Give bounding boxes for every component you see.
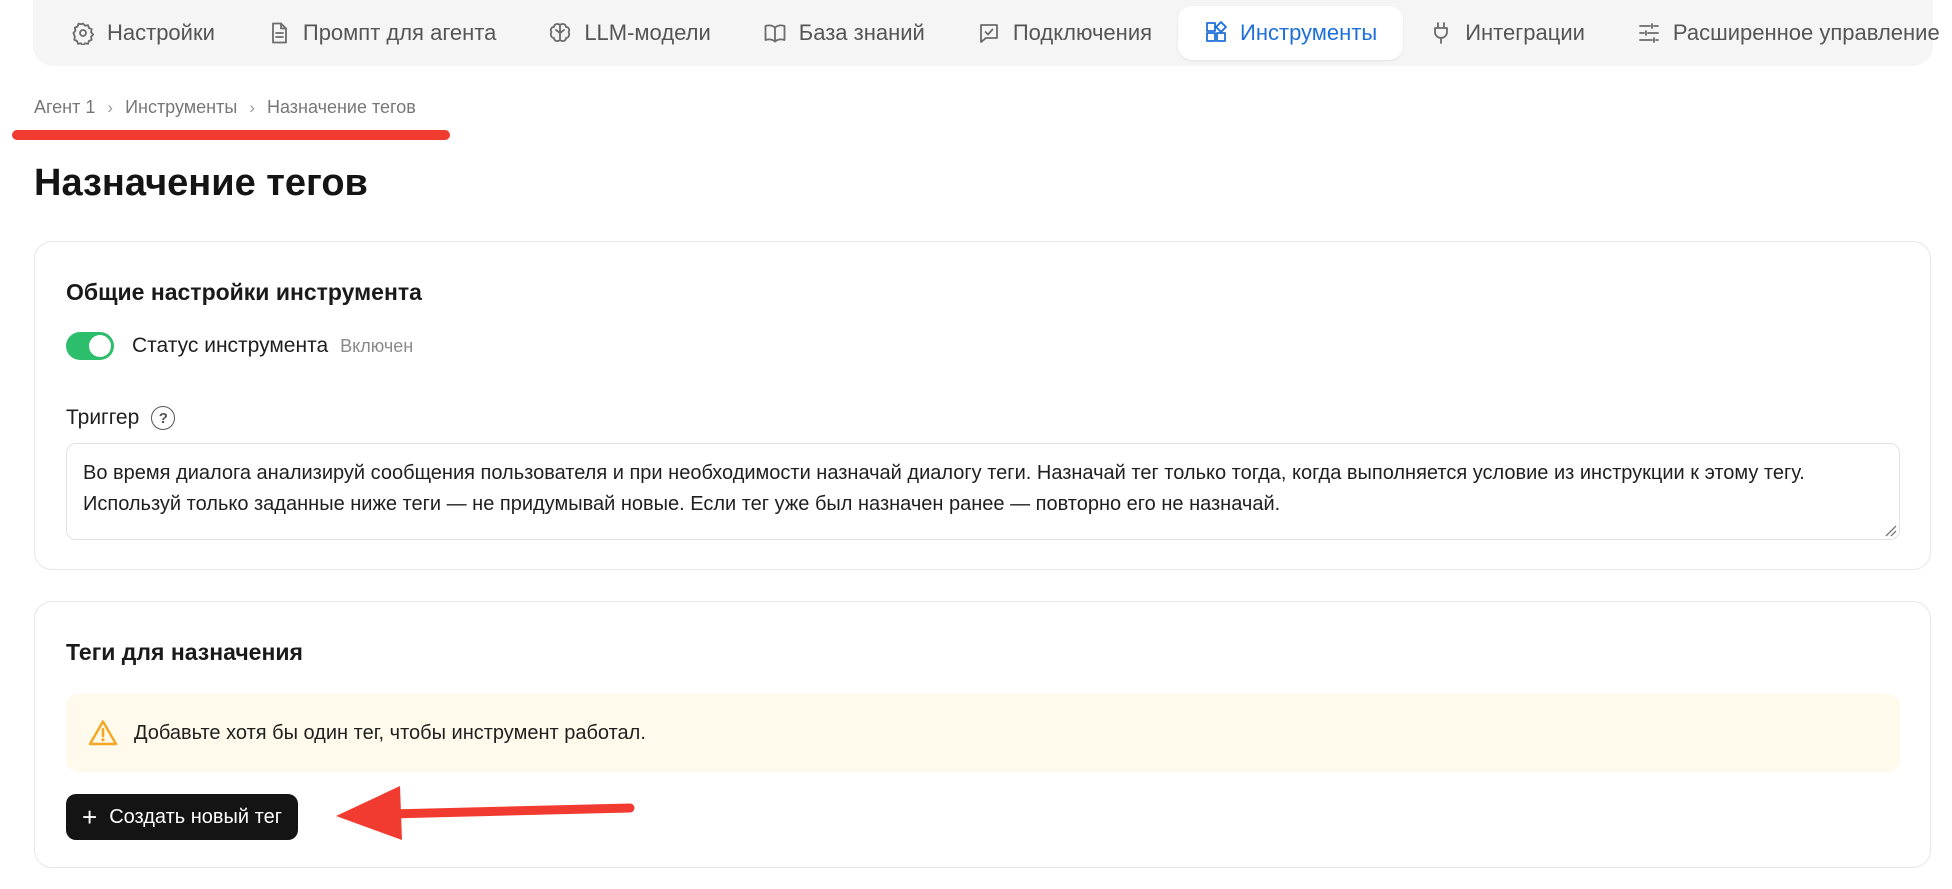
document-icon — [271, 22, 287, 44]
general-settings-card: Общие настройки инструмента Статус инстр… — [34, 241, 1931, 570]
warning-icon — [88, 720, 118, 746]
breadcrumb-item-current: Назначение тегов — [266, 97, 416, 117]
toggle-knob — [89, 335, 111, 357]
tab-advanced-management[interactable]: Расширенное управление — [1611, 6, 1952, 60]
tab-tools[interactable]: Инструменты — [1178, 6, 1404, 60]
annotation-underline — [12, 130, 450, 140]
tab-integrations[interactable]: Интеграции — [1403, 6, 1611, 60]
breadcrumb-item-tools[interactable]: Инструменты — [125, 97, 237, 118]
tab-label: Расширенное управление — [1672, 20, 1940, 45]
breadcrumb-separator: › — [249, 97, 255, 117]
plus-icon: + — [82, 802, 98, 832]
help-icon[interactable]: ? — [151, 406, 176, 430]
warning-banner: Добавьте хотя бы один тег, чтобы инструм… — [66, 694, 1900, 772]
tab-llm-models[interactable]: LLM-модели — [522, 6, 736, 60]
tab-label: Интеграции — [1465, 20, 1585, 45]
tab-label: Инструменты — [1240, 20, 1378, 45]
trigger-text: Во время диалога анализируй сообщения по… — [83, 462, 1805, 515]
create-new-tag-button[interactable]: + Создать новый тег — [66, 794, 298, 840]
tool-status-row: Статус инструмента Включен — [66, 332, 413, 360]
connection-icon — [979, 24, 998, 43]
plug-icon — [1434, 22, 1449, 44]
tab-knowledge-base[interactable]: База знаний — [737, 6, 951, 60]
trigger-textarea[interactable]: Во время диалога анализируй сообщения по… — [66, 443, 1900, 540]
gear-icon — [72, 22, 94, 45]
top-navigation: Настройки Промпт для агента LLM-модели Б… — [33, 0, 1940, 66]
trigger-label-row: Триггер ? — [66, 406, 176, 430]
tab-label: База знаний — [798, 20, 925, 45]
book-icon — [764, 24, 786, 43]
annotation-arrow-icon — [336, 786, 635, 840]
trigger-label: Триггер — [66, 406, 140, 429]
tool-status-toggle[interactable] — [66, 332, 114, 360]
tools-grid-icon — [1206, 21, 1227, 42]
create-new-tag-label: Создать новый тег — [109, 805, 282, 828]
tool-status-value: Включен — [340, 335, 414, 356]
tags-title: Теги для назначения — [66, 639, 303, 665]
breadcrumb-item-agent[interactable]: Агент 1 — [34, 97, 95, 118]
general-settings-title: Общие настройки инструмента — [66, 279, 422, 305]
tab-label: Подключения — [1012, 20, 1153, 45]
tags-card: Теги для назначения Добавьте хотя бы оди… — [34, 601, 1931, 868]
breadcrumb: Агент 1 › Инструменты › Назначение тегов — [34, 97, 416, 118]
brain-icon — [550, 23, 571, 42]
tab-label: LLM-модели — [584, 20, 711, 45]
tab-agent-prompt[interactable]: Промпт для агента — [241, 6, 522, 60]
warning-text: Добавьте хотя бы один тег, чтобы инструм… — [134, 721, 646, 744]
tab-label: Настройки — [107, 20, 215, 45]
tool-status-label: Статус инструмента — [132, 334, 329, 357]
tab-label: Промпт для агента — [302, 20, 497, 45]
tab-connections[interactable]: Подключения — [951, 6, 1178, 60]
breadcrumb-separator: › — [107, 97, 114, 117]
resize-grip-icon[interactable] — [1883, 523, 1897, 537]
tab-settings[interactable]: Настройки — [45, 6, 241, 60]
sliders-icon — [1639, 23, 1659, 43]
page-title: Назначение тегов — [34, 162, 368, 204]
